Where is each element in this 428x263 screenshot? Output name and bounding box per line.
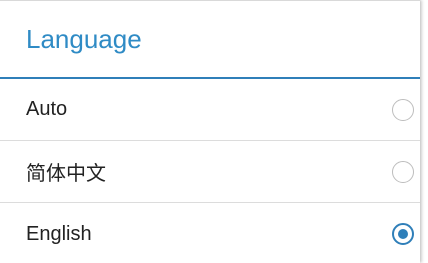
radio-button-unchecked-icon[interactable] [392, 160, 414, 183]
option-label: 简体中文 [26, 163, 106, 185]
option-label: English [26, 222, 92, 245]
language-option-simplified-chinese[interactable]: 简体中文 [0, 141, 420, 203]
radio-button-checked-icon[interactable] [392, 223, 414, 245]
language-dialog: Language Auto 简体中文 English [0, 0, 420, 263]
language-option-english[interactable]: English [0, 203, 420, 263]
language-option-auto[interactable]: Auto [0, 79, 420, 141]
option-label: Auto [26, 98, 68, 120]
radio-dot [398, 229, 408, 239]
language-options-list: Auto 简体中文 English [0, 79, 420, 263]
radio-button-unchecked-icon[interactable] [392, 98, 414, 121]
dialog-title: Language [0, 1, 420, 79]
